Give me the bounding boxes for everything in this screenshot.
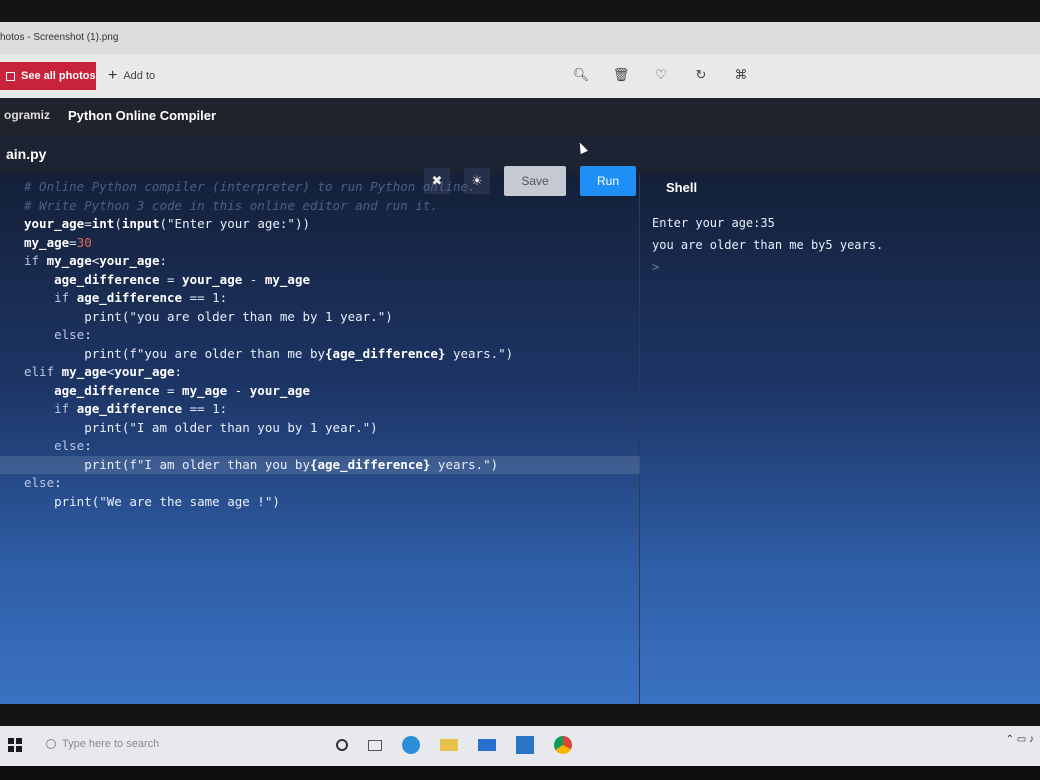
shell-output: Enter your age:35 you are older than me b…	[652, 212, 883, 278]
code-lines[interactable]: # Online Python compiler (interpreter) t…	[0, 178, 640, 511]
window-title: hotos - Screenshot (1).png	[0, 32, 119, 43]
task-view-icon[interactable]	[368, 739, 382, 751]
taskbar-search[interactable]: Type here to search	[46, 738, 159, 750]
search-icon	[46, 739, 56, 749]
chrome-icon[interactable]	[554, 736, 572, 754]
system-tray[interactable]: ⌃ ▭ ♪	[1006, 734, 1034, 745]
zoom-icon[interactable]: 🔍︎	[572, 66, 590, 84]
photos-title-bar: hotos - Screenshot (1).png	[0, 22, 1040, 54]
taskbar-apps	[336, 736, 572, 754]
heart-icon[interactable]: ♡	[652, 66, 670, 84]
code-line[interactable]: if age_difference == 1:	[0, 400, 640, 419]
site-header: ogramiz Python Online Compiler ⤢	[0, 98, 1040, 148]
code-line[interactable]: else:	[0, 474, 640, 493]
add-to-button[interactable]: + Add to	[108, 67, 156, 84]
page-title: Python Online Compiler	[68, 108, 217, 123]
code-line[interactable]: age_difference = your_age - my_age	[0, 271, 640, 290]
code-line[interactable]: print(f"I am older than you by{age_diffe…	[0, 455, 640, 474]
code-line[interactable]: age_difference = my_age - your_age	[0, 382, 640, 401]
start-button[interactable]	[8, 738, 22, 752]
code-line[interactable]: my_age=30	[0, 234, 640, 253]
code-line[interactable]: else:	[0, 437, 640, 456]
code-line[interactable]: print("We are the same age !")	[0, 493, 640, 512]
code-line[interactable]: # Write Python 3 code in this online edi…	[0, 197, 640, 216]
code-editor[interactable]: ✖︎ ☀ Save Run # Online Python compiler (…	[0, 166, 640, 704]
code-line[interactable]: if age_difference == 1:	[0, 289, 640, 308]
code-line[interactable]: print("I am older than you by 1 year.")	[0, 419, 640, 438]
plus-icon: +	[108, 67, 118, 84]
windows-taskbar: Type here to search ⌃ ▭ ♪	[0, 726, 1040, 766]
mail-icon[interactable]	[478, 739, 496, 751]
shell-panel[interactable]: Shell Enter your age:35 you are older tha…	[640, 174, 1040, 704]
code-line[interactable]: print(f"you are older than me by{age_dif…	[0, 345, 640, 364]
file-tab-main[interactable]: ain.py	[6, 146, 46, 162]
file-explorer-icon[interactable]	[440, 739, 458, 751]
see-all-photos-label: See all photos	[21, 70, 96, 82]
delete-icon[interactable]: 🗑︎	[612, 66, 630, 84]
photos-icon[interactable]	[516, 736, 534, 754]
screen-bezel	[0, 766, 1040, 780]
shell-title: Shell	[666, 180, 698, 195]
code-line[interactable]: elif my_age<your_age:	[0, 363, 640, 382]
see-all-photos-button[interactable]: See all photos	[0, 62, 96, 90]
gallery-icon	[6, 71, 15, 81]
code-line[interactable]: your_age=int(input("Enter your age:"))	[0, 215, 640, 234]
rotate-icon[interactable]: ↻	[692, 66, 710, 84]
shell-line: you are older than me by5 years.	[652, 238, 884, 252]
shell-prompt[interactable]: >	[652, 256, 883, 278]
search-placeholder: Type here to search	[62, 738, 160, 750]
code-line[interactable]: else:	[0, 326, 640, 345]
code-line[interactable]: # Online Python compiler (interpreter) t…	[0, 178, 640, 197]
programiz-logo[interactable]: ogramiz	[4, 108, 50, 122]
add-to-label: Add to	[123, 70, 156, 82]
shell-line: Enter your age:35	[652, 216, 775, 230]
edge-icon[interactable]	[402, 736, 420, 754]
crop-icon[interactable]: ⌘	[732, 66, 750, 84]
cortana-icon[interactable]	[336, 739, 348, 751]
code-line[interactable]: print("you are older than me by 1 year."…	[0, 308, 640, 327]
viewer-tools: 🔍︎ 🗑︎ ♡ ↻ ⌘	[572, 66, 750, 84]
code-line[interactable]: if my_age<your_age:	[0, 252, 640, 271]
photos-toolbar: See all photos + Add to 🔍︎ 🗑︎ ♡ ↻ ⌘	[0, 54, 1040, 98]
